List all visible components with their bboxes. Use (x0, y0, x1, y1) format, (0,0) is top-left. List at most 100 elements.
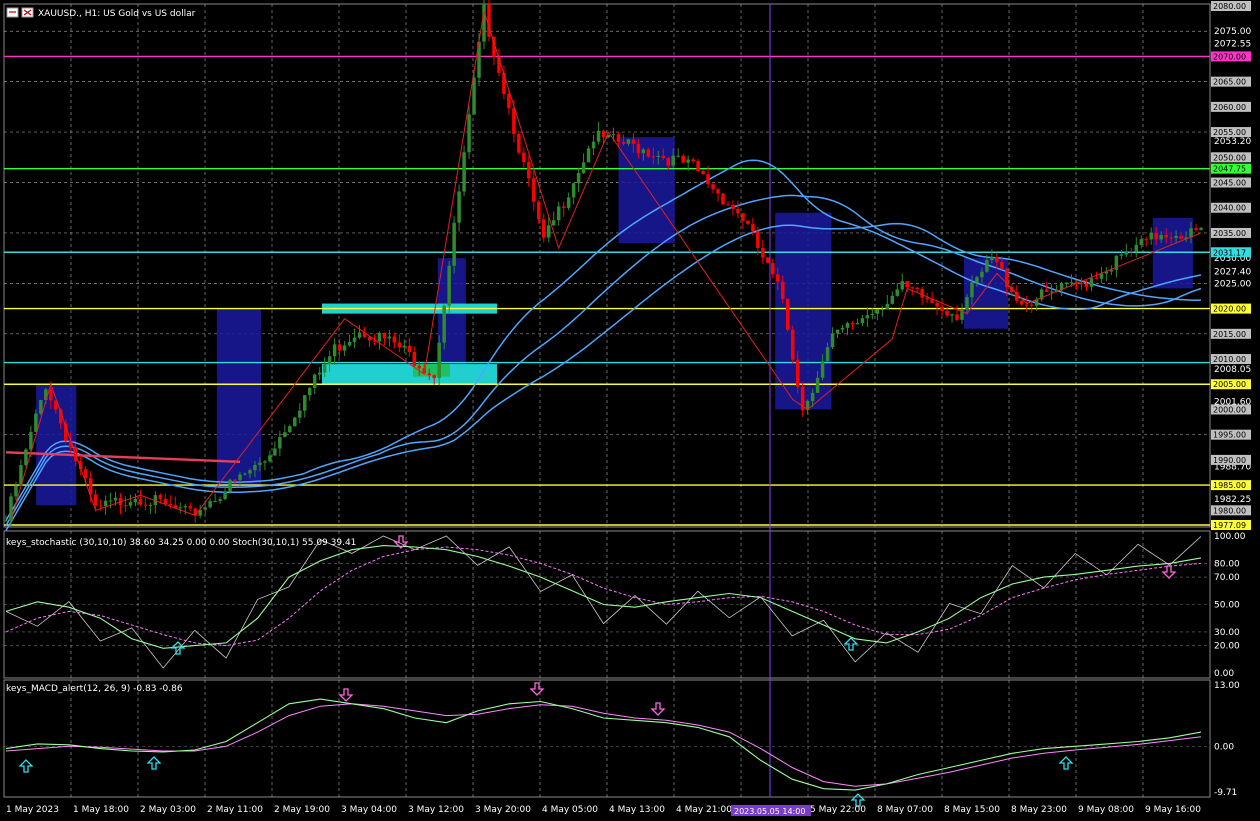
candle-body (661, 155, 665, 159)
price-box-label: 2055.00 (1213, 128, 1246, 137)
candle-body (626, 139, 631, 144)
candle-body (721, 193, 725, 205)
chart-terminal[interactable]: 1 May 2023 1 May 18:00 2 May 03:00 2 May 11… (0, 0, 1260, 817)
stoch-axis-label: 50.00 (1214, 601, 1240, 611)
candle-body (980, 271, 984, 278)
candle-body (766, 257, 770, 263)
chart-canvas[interactable]: 1 May 2023 1 May 18:00 2 May 03:00 2 May 11… (0, 0, 1260, 817)
candle-body (875, 309, 880, 314)
candle-body (183, 506, 187, 508)
arrow-up-icon[interactable] (146, 756, 162, 770)
price-box-label: 1990.00 (1213, 456, 1246, 465)
candle-body (666, 158, 670, 166)
candle-body (601, 130, 606, 138)
arrow-down-icon[interactable] (1161, 565, 1177, 579)
candle-body (1199, 227, 1203, 230)
candle-body (795, 359, 800, 387)
candle-body (412, 351, 417, 366)
price-box-label: 2080.00 (1213, 2, 1246, 11)
candle-body (178, 507, 183, 509)
stoch-main-line (5, 545, 1202, 649)
candle-body (1119, 254, 1124, 256)
candle-body (133, 499, 138, 503)
candle-body (273, 448, 277, 456)
candle-body (278, 437, 282, 449)
arrow-down-icon[interactable] (650, 702, 666, 716)
stoch-axis-label: 0.00 (1214, 669, 1234, 679)
candle-body (382, 332, 387, 339)
price-axis-label: 1982.25 (1214, 495, 1251, 505)
candle-body (14, 485, 18, 497)
time-axis-label: 2 May 03:00 (140, 805, 196, 815)
candle-body (4, 520, 8, 522)
candle-body (1124, 251, 1129, 255)
fractal-box (216, 308, 262, 486)
price-box-label: 2031.17 (1213, 248, 1246, 257)
candle-body (895, 289, 900, 296)
price-box-label: 2047.75 (1213, 165, 1246, 174)
candle-body (1129, 251, 1134, 253)
candle-body (1179, 235, 1183, 239)
candle-body (790, 329, 795, 360)
time-axis-label: 1 May 18:00 (73, 805, 129, 815)
candle-body (885, 303, 890, 310)
time-axis-label: 1 May 2023 (6, 805, 59, 815)
candle-body (203, 507, 207, 510)
candle-body (283, 432, 287, 438)
candle-body (148, 505, 153, 507)
macd-main-line (5, 698, 1202, 791)
candle-body (507, 93, 511, 109)
time-axis-label: 4 May 13:00 (609, 805, 665, 815)
candle-body (258, 462, 262, 466)
candle-body (248, 470, 252, 474)
candle-body (741, 213, 745, 221)
macd-axis-label: 0.00 (1214, 742, 1234, 752)
candle-body (845, 322, 850, 328)
candle-body (532, 178, 536, 202)
candle-body (377, 332, 382, 342)
price-box-label: 2000.00 (1213, 405, 1246, 414)
arrow-up-icon[interactable] (170, 641, 186, 655)
candle-body (935, 302, 939, 307)
candle-body (1139, 239, 1143, 245)
candle-body (527, 161, 531, 179)
arrow-up-icon[interactable] (1058, 756, 1074, 770)
candle-body (103, 500, 108, 506)
price-box-label: 2015.00 (1213, 330, 1246, 339)
candle-body (641, 149, 646, 154)
candle-body (995, 256, 999, 263)
candle-body (168, 504, 173, 506)
macd-axis-label: 13.00 (1214, 681, 1240, 691)
price-box-label: 2040.00 (1213, 204, 1246, 213)
candle-body (1174, 235, 1178, 238)
arrow-down-icon[interactable] (338, 688, 354, 702)
candle-body (671, 155, 675, 166)
candle-body (522, 152, 526, 162)
price-box-label: 2010.00 (1213, 355, 1246, 364)
candle-body (546, 225, 551, 238)
candle-body (1024, 304, 1029, 306)
candle-body (417, 365, 422, 369)
candle-body (312, 374, 317, 388)
price-box-label: 1995.00 (1213, 431, 1246, 440)
candle-body (1169, 237, 1173, 239)
candle-body (785, 298, 790, 330)
candle-body (1134, 244, 1139, 252)
candle-body (1069, 282, 1074, 284)
candle-body (223, 491, 227, 500)
candle-body (915, 287, 919, 290)
price-box-label: 1977.09 (1213, 521, 1246, 530)
candle-body (447, 265, 451, 306)
arrow-up-icon[interactable] (18, 759, 34, 773)
zigzag-path (10, 10, 1202, 521)
candle-body (776, 274, 780, 282)
candle-body (646, 149, 651, 157)
price-box-label: 1985.00 (1213, 481, 1246, 490)
candle-body (188, 506, 192, 509)
candle-body (98, 505, 103, 507)
arrow-up-icon[interactable] (843, 637, 859, 651)
candle-body (437, 342, 441, 379)
candle-body (691, 159, 695, 162)
candle-body (457, 191, 461, 223)
arrow-down-icon[interactable] (529, 682, 545, 696)
